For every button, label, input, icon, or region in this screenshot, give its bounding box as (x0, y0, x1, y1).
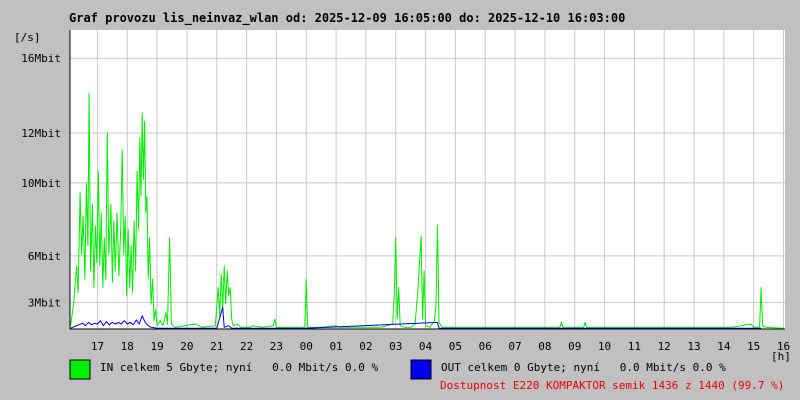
chart-title: Graf provozu lis_neinvaz_wlan od: 2025-1… (69, 11, 625, 26)
y-tick-label: 16Mbit (21, 52, 61, 65)
x-tick-label: 10 (598, 340, 611, 353)
x-tick-label: 23 (270, 340, 283, 353)
x-tick-label: 17 (91, 340, 104, 353)
x-tick-label: 03 (389, 340, 402, 353)
x-tick-label: 20 (180, 340, 193, 353)
x-tick-label: 08 (538, 340, 551, 353)
y-axis-unit-label: [/s] (14, 31, 41, 44)
x-tick-label: 02 (359, 340, 372, 353)
chart-stage: Graf provozu lis_neinvaz_wlan od: 2025-1… (0, 0, 800, 400)
y-tick-label: 6Mbit (28, 250, 61, 263)
x-tick-label: 19 (150, 340, 163, 353)
x-tick-label: 01 (329, 340, 342, 353)
legend-swatch (410, 359, 432, 380)
legend-label: OUT celkem 0 Gbyte; nyní 0.0 Mbit/s 0.0 … (441, 361, 726, 374)
x-tick-label: 04 (419, 340, 433, 353)
x-tick-label: 09 (568, 340, 581, 353)
x-tick-label: 21 (210, 340, 223, 353)
y-tick-label: 10Mbit (21, 177, 61, 190)
availability-annotation: Dostupnost E220 KOMPAKTOR semik 1436 z 1… (440, 379, 784, 392)
x-tick-label: 07 (508, 340, 521, 353)
y-tick-label: 12Mbit (21, 127, 61, 140)
x-tick-label: 22 (240, 340, 253, 353)
x-axis-unit-label: [h] (771, 350, 791, 363)
x-tick-labels: 17 18 19 20 21 22 23 00 01 02 03 04 05 06 07 08 09 10 11 12… (91, 340, 790, 353)
legend-label: IN celkem 5 Gbyte; nyní 0.0 Mbit/s 0.0 % (100, 361, 379, 374)
y-tick-label: 3Mbit (28, 296, 61, 309)
x-tick-label: 06 (479, 340, 492, 353)
x-tick-label: 11 (628, 340, 641, 353)
legend-swatch (69, 359, 91, 380)
x-tick-label: 14 (717, 340, 731, 353)
y-tick-labels: 3Mbit 6Mbit 10Mbit 12Mbit 16Mbit (21, 52, 61, 309)
plot-area (70, 30, 785, 329)
x-tick-label: 15 (747, 340, 760, 353)
x-tick-label: 05 (449, 340, 462, 353)
x-tick-label: 18 (121, 340, 134, 353)
x-tick-label: 13 (687, 340, 700, 353)
legend: IN celkem 5 Gbyte; nyní 0.0 Mbit/s 0.0 %… (69, 359, 726, 380)
traffic-chart: Graf provozu lis_neinvaz_wlan od: 2025-1… (14, 11, 791, 392)
x-tick-label: 12 (658, 340, 671, 353)
x-tick-label: 00 (300, 340, 313, 353)
